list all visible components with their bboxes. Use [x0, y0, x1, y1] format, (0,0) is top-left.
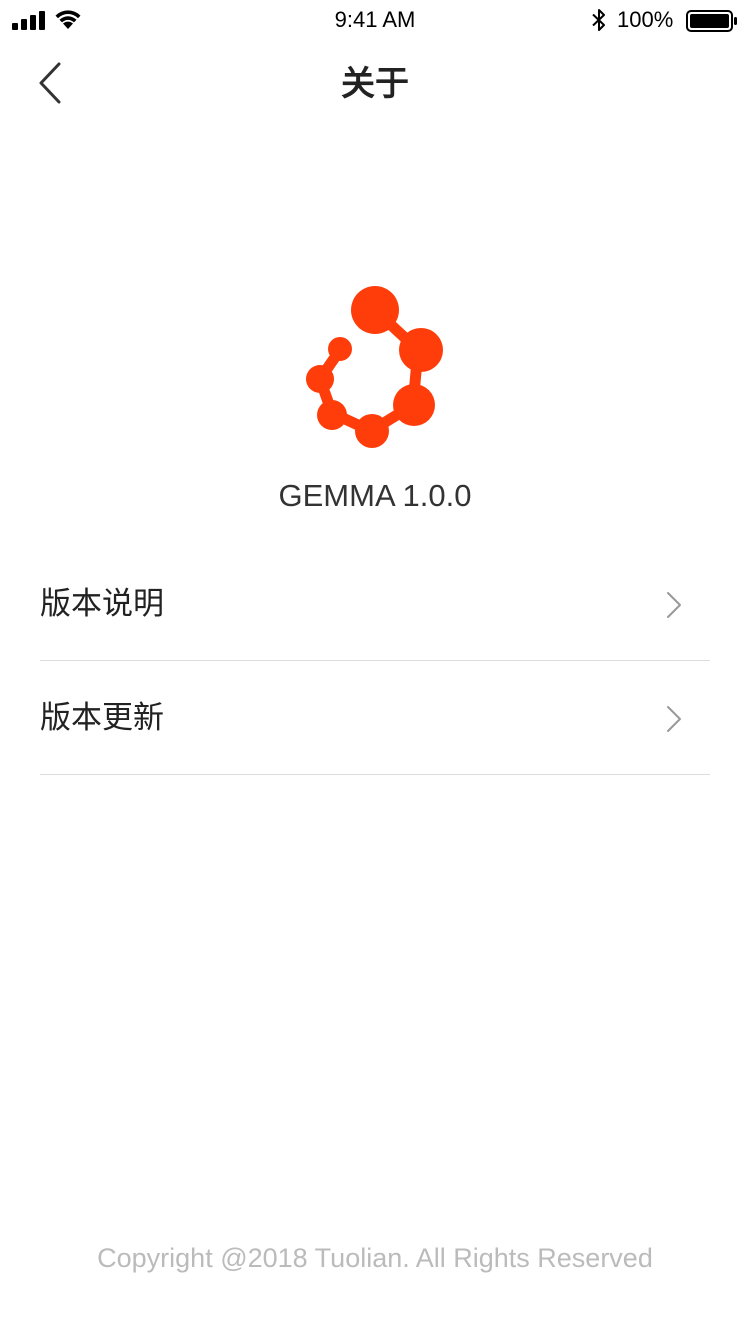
- chevron-right-icon: [667, 592, 681, 618]
- page-title: 关于: [341, 65, 409, 103]
- copyright-text: Copyright @2018 Tuolian. All Rights Rese…: [97, 1243, 653, 1273]
- bluetooth-icon: [592, 9, 605, 31]
- menu-item-label: 版本说明: [40, 586, 164, 621]
- menu-item-release-notes[interactable]: 版本说明: [40, 547, 710, 661]
- gemma-logo-icon: [306, 286, 443, 448]
- chevron-right-icon: [667, 706, 681, 732]
- menu-list: 版本说明 版本更新: [40, 547, 710, 775]
- menu-item-version-update[interactable]: 版本更新: [40, 661, 710, 775]
- battery-percent: 100%: [617, 7, 674, 32]
- battery-icon: [686, 10, 737, 32]
- nav-bar: 关于: [0, 40, 750, 128]
- app-version: GEMMA 1.0.0: [278, 478, 472, 513]
- menu-item-label: 版本更新: [40, 700, 164, 735]
- status-bar: 9:41 AM 100%: [0, 0, 750, 40]
